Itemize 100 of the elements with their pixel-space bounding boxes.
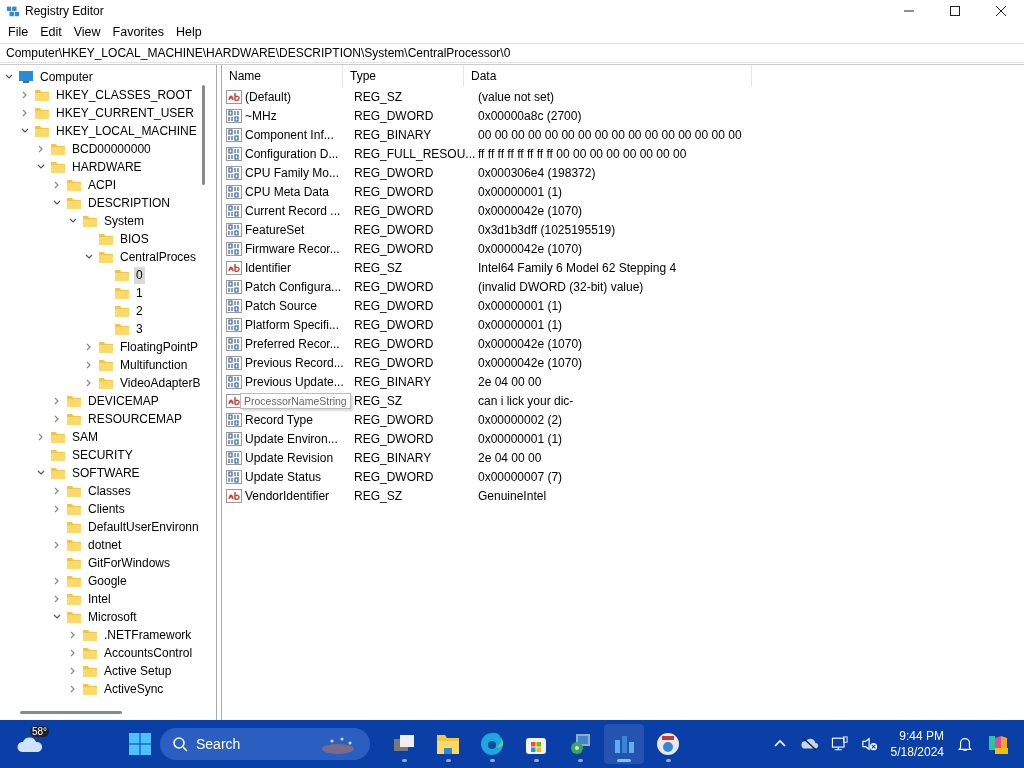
value-data: 0x0000042e (1070) <box>477 355 583 370</box>
tree-item[interactable]: dotnet <box>86 536 124 554</box>
tree-item[interactable]: HKEY_CLASSES_ROOT <box>54 86 195 104</box>
tree-item[interactable]: DefaultUserEnvironn <box>86 518 200 536</box>
menu-item[interactable]: Favorites <box>106 25 170 39</box>
binary-value-icon <box>226 164 242 181</box>
value-data: can i lick your dic- <box>477 393 574 408</box>
value-name: Update Status <box>245 469 322 484</box>
binary-value-icon <box>226 449 242 466</box>
tree-item[interactable]: GitForWindows <box>86 554 172 572</box>
folder-icon <box>66 412 82 426</box>
value-data: (invalid DWORD (32-bit) value) <box>477 279 644 294</box>
taskbar-app[interactable] <box>604 724 644 764</box>
tree-item[interactable]: Active Setup <box>102 662 174 680</box>
folder-icon <box>66 502 82 516</box>
search-field[interactable]: Search <box>160 728 370 760</box>
binary-value-icon <box>226 373 242 390</box>
folder-icon <box>66 556 82 570</box>
folder-icon <box>82 682 98 696</box>
tree-item[interactable]: 2 <box>134 302 145 320</box>
tree-item[interactable]: HARDWARE <box>70 158 144 176</box>
menu-item[interactable]: View <box>67 25 107 39</box>
temperature-badge: 58° <box>30 726 50 737</box>
folder-icon <box>34 88 50 102</box>
tree-item[interactable]: DESCRIPTION <box>86 194 172 212</box>
value-data: 0x00000002 (2) <box>477 412 563 427</box>
menu-item[interactable]: File <box>2 25 35 39</box>
scrollbar[interactable] <box>202 85 205 185</box>
tree-item[interactable]: Computer <box>38 68 95 86</box>
folder-icon <box>66 196 82 210</box>
tree-item[interactable]: VideoAdapterB <box>118 374 200 392</box>
tree-item[interactable]: Microsoft <box>86 608 139 626</box>
computer-disc-icon <box>568 732 592 756</box>
value-data: Intel64 Family 6 Model 62 Stepping 4 <box>477 260 677 275</box>
tree-item[interactable]: HKEY_CURRENT_USER <box>54 104 197 122</box>
tree-item[interactable]: ActiveSync <box>102 680 166 698</box>
value-type: REG_DWORD <box>353 355 435 370</box>
tree-item[interactable]: RESOURCEMAP <box>86 410 184 428</box>
tree-item[interactable]: System <box>102 212 146 230</box>
tree-item[interactable]: Classes <box>86 482 133 500</box>
value-type: REG_DWORD <box>353 469 435 484</box>
clock-time[interactable]: 9:44 PM <box>899 728 944 744</box>
network-icon[interactable] <box>830 736 849 752</box>
value-type: REG_DWORD <box>353 336 435 351</box>
tree-item[interactable]: SAM <box>70 428 100 446</box>
cloud-off-icon[interactable] <box>800 736 819 752</box>
value-data: 00 00 00 00 00 00 00 00 00 00 00 00 00 00 00 00 <box>477 127 742 142</box>
tree-item[interactable]: Intel <box>86 590 113 608</box>
tree-item[interactable]: SECURITY <box>70 446 135 464</box>
value-type: REG_BINARY <box>353 374 433 389</box>
binary-value-icon <box>226 183 242 200</box>
tree-item[interactable]: AccountsControl <box>102 644 195 662</box>
windows-logo-icon[interactable] <box>128 732 152 756</box>
tree-item[interactable]: Multifunction <box>118 356 190 374</box>
clock-date[interactable]: 5/18/2024 <box>890 744 944 760</box>
tree-item[interactable]: BIOS <box>118 230 151 248</box>
folder-icon <box>34 106 50 120</box>
bell-icon[interactable] <box>956 736 974 752</box>
tree-item[interactable]: HKEY_LOCAL_MACHINE <box>54 122 199 140</box>
folder-icon <box>82 214 98 228</box>
value-name: Record Type <box>245 412 313 427</box>
value-data: (value not set) <box>477 89 555 104</box>
folder-icon <box>66 610 82 624</box>
tree-item[interactable]: BCD00000000 <box>70 140 153 158</box>
tree-item[interactable]: .NETFramework <box>102 626 194 644</box>
speaker-muted-icon[interactable] <box>860 736 879 752</box>
folder-icon <box>66 538 82 552</box>
tree-item[interactable]: ACPI <box>86 176 118 194</box>
tree-item[interactable]: DEVICEMAP <box>86 392 161 410</box>
value-type: REG_DWORD <box>353 184 435 199</box>
folder-icon <box>66 592 82 606</box>
value-data: ff ff ff ff ff ff ff ff 00 00 00 00 00 00 00 00 <box>477 146 687 161</box>
value-type: REG_SZ <box>353 393 403 408</box>
menu-item[interactable]: Edit <box>34 25 68 39</box>
value-data: 0x0000042e (1070) <box>477 203 583 218</box>
value-data: 0x00000001 (1) <box>477 431 563 446</box>
tree-item[interactable]: 1 <box>134 284 145 302</box>
tree-item[interactable]: 0 <box>134 266 145 284</box>
column-header[interactable]: Name <box>222 65 343 87</box>
string-value-icon <box>226 88 242 105</box>
column-header[interactable]: Type <box>343 65 464 87</box>
tree-item[interactable]: Clients <box>86 500 127 518</box>
tree-item[interactable]: CentralProces <box>118 248 199 266</box>
value-type: REG_DWORD <box>353 412 435 427</box>
value-data: 0x00000001 (1) <box>477 317 563 332</box>
value-data: 0x00000001 (1) <box>477 298 563 313</box>
binary-value-icon <box>226 297 242 314</box>
column-header[interactable]: Data <box>464 65 752 87</box>
value-name: (Default) <box>245 89 291 104</box>
menu-item[interactable]: Help <box>170 25 208 39</box>
tree-item[interactable]: FloatingPointP <box>118 338 200 356</box>
value-type: REG_BINARY <box>353 450 433 465</box>
address-field[interactable]: Computer\HKEY_LOCAL_MACHINE\HARDWARE\DESCRIPTION\System\CentralProcessor\0 <box>0 43 1024 63</box>
binary-value-icon <box>226 430 242 447</box>
value-name: Patch Configura... <box>245 279 342 294</box>
tree-item[interactable]: SOFTWARE <box>70 464 142 482</box>
tooltip: ProcessorNameString <box>240 392 351 409</box>
tree-item[interactable]: Google <box>86 572 129 590</box>
tree-item[interactable]: 3 <box>134 320 145 338</box>
scrollbar[interactable] <box>20 711 122 714</box>
